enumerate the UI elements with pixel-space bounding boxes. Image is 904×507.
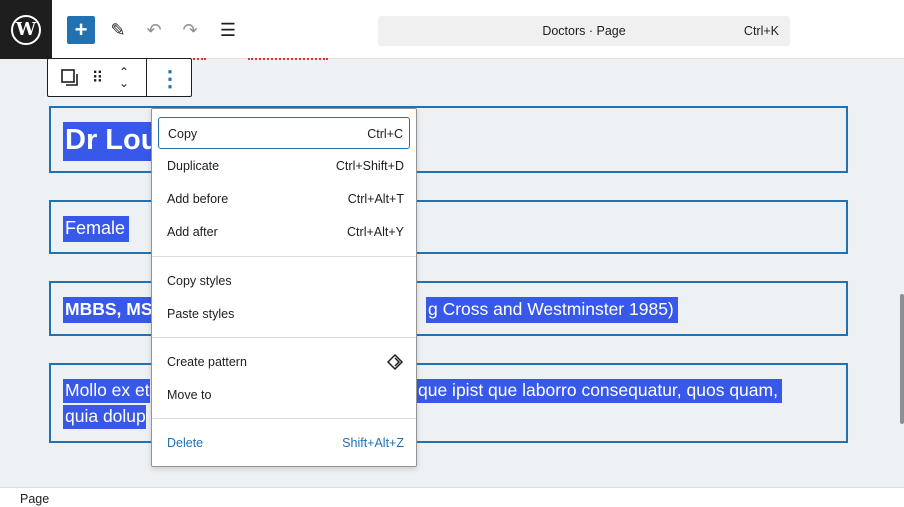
bio-text-line1-start[interactable]: Mollo ex et [63, 379, 150, 403]
wordpress-logo-button[interactable]: W [0, 0, 52, 59]
menu-item-shortcut: Ctrl+Alt+Y [347, 225, 404, 239]
gender-text[interactable]: Female [63, 216, 130, 242]
redo-button[interactable]: ↷ [176, 16, 204, 44]
copy-block-icon [61, 69, 78, 86]
heading-text[interactable]: Dr Lou [63, 122, 163, 161]
tools-button[interactable]: ✎ [104, 16, 132, 44]
menu-item-copy-styles[interactable]: Copy styles [158, 265, 410, 297]
document-title: Doctors · Page [542, 24, 626, 38]
menu-divider [152, 256, 416, 257]
menu-item-label: Duplicate [167, 159, 220, 173]
menu-item-add-before[interactable]: Add before Ctrl+Alt+T [158, 183, 410, 215]
menu-item-label: Create pattern [167, 355, 247, 369]
menu-item-shortcut: Ctrl+Shift+D [335, 159, 404, 173]
chevron-down-icon[interactable]: ⌄ [119, 77, 129, 89]
menu-divider [152, 418, 416, 419]
menu-divider [152, 337, 416, 338]
menu-item-label: Delete [167, 436, 204, 450]
block-toolbar: ⠿ ⌃ ⌄ ⋮ [47, 58, 192, 97]
move-block-buttons[interactable]: ⌃ ⌄ [112, 65, 136, 91]
redo-icon: ↷ [182, 19, 198, 40]
toolbar-divider [146, 59, 147, 96]
command-palette-bar[interactable]: Doctors · Page Ctrl+K [378, 16, 790, 46]
menu-item-add-after[interactable]: Add after Ctrl+Alt+Y [158, 216, 410, 248]
menu-item-label: Add before [167, 192, 229, 206]
menu-item-shortcut: Ctrl+Alt+T [347, 192, 404, 206]
menu-item-paste-styles[interactable]: Paste styles [158, 298, 410, 330]
list-view-icon: ☰ [219, 19, 237, 40]
command-shortcut: Ctrl+K [743, 24, 779, 38]
undo-icon: ↶ [146, 19, 162, 40]
bio-text-line1-end[interactable]: que ipist que laborro consequatur, quos … [416, 379, 782, 403]
plus-icon: + [74, 17, 88, 42]
drag-handle[interactable]: ⠿ [87, 65, 107, 91]
bio-text-line2-start[interactable]: quia dolup [63, 405, 146, 429]
menu-item-shortcut: Shift+Alt+Z [342, 436, 404, 450]
more-vertical-icon: ⋮ [159, 65, 181, 91]
editor-footer: Page [0, 487, 904, 507]
menu-item-delete[interactable]: Delete Shift+Alt+Z [158, 427, 410, 459]
menu-item-create-pattern[interactable]: Create pattern [158, 346, 410, 378]
menu-item-label: Add after [167, 225, 218, 239]
pencil-icon: ✎ [110, 19, 126, 40]
menu-item-label: Copy [168, 127, 198, 141]
add-block-button[interactable]: + [67, 16, 95, 44]
menu-item-move-to[interactable]: Move to [158, 379, 410, 411]
editor-top-bar: W + ✎ ↶ ↷ ☰ Doctors · Page Ctrl+K [0, 0, 904, 59]
menu-item-label: Move to [167, 388, 212, 402]
undo-button[interactable]: ↶ [140, 16, 168, 44]
menu-item-label: Paste styles [167, 307, 235, 321]
menu-item-shortcut: Ctrl+C [367, 127, 403, 141]
canvas-scrollbar[interactable] [900, 294, 904, 424]
menu-item-copy[interactable]: Copy Ctrl+C [158, 117, 410, 149]
qualifications-text-end[interactable]: g Cross and Westminster 1985) [426, 297, 678, 323]
block-breadcrumb[interactable]: Page [20, 492, 49, 506]
drag-handle-icon: ⠿ [91, 70, 104, 87]
document-overview-button[interactable]: ☰ [214, 16, 242, 44]
spellcheck-underline [248, 56, 328, 60]
menu-item-label: Copy styles [167, 274, 232, 288]
symbol-diamond-icon [386, 353, 404, 371]
menu-item-duplicate[interactable]: Duplicate Ctrl+Shift+D [158, 150, 410, 182]
block-options-menu: Copy Ctrl+C Duplicate Ctrl+Shift+D Add b… [151, 108, 417, 467]
wordpress-logo-icon: W [11, 14, 41, 45]
qualifications-text-start[interactable]: MBBS, MSc [63, 297, 163, 323]
select-parent-button[interactable] [58, 65, 82, 91]
block-options-button[interactable]: ⋮ [158, 65, 182, 91]
